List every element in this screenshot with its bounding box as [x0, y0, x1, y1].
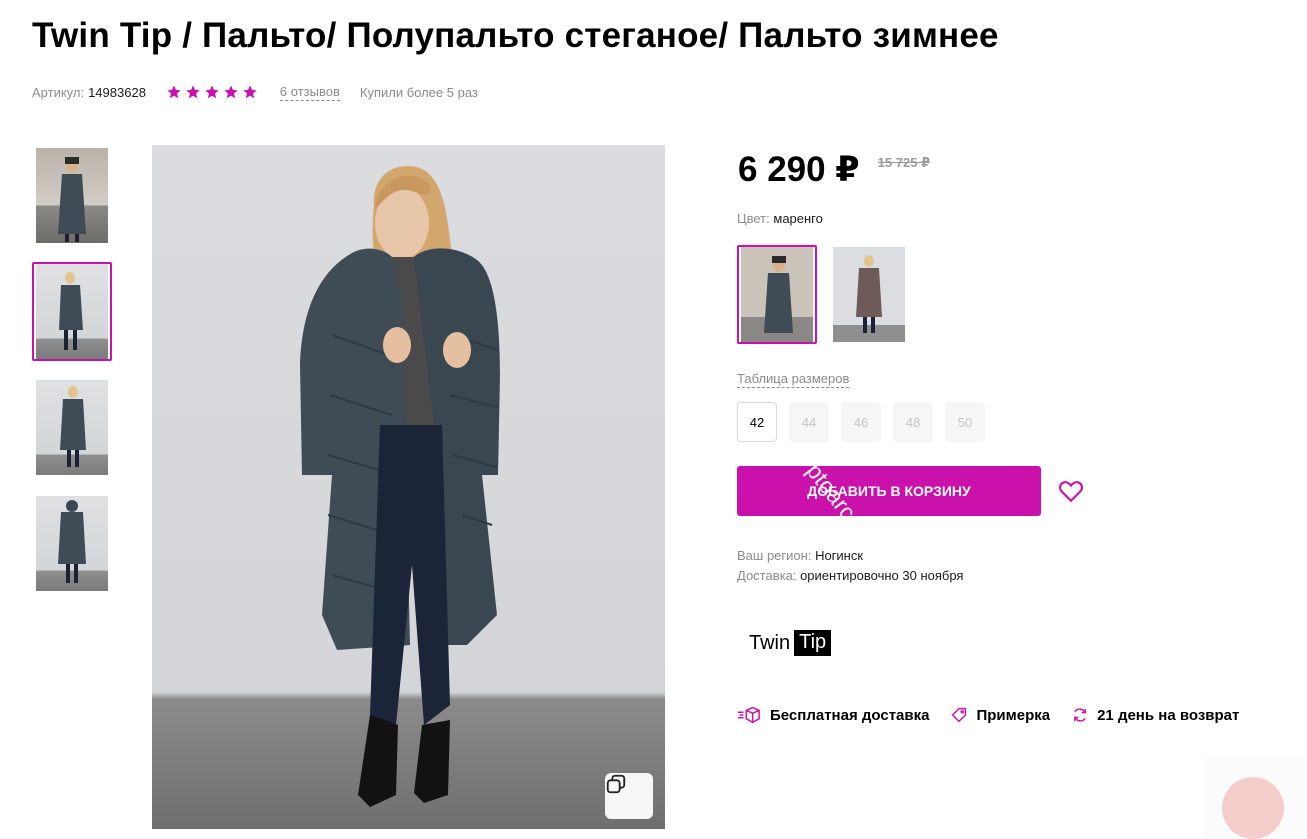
price-block: 6 290 ₽ 15 725 ₽: [738, 150, 930, 190]
brand-word-2: Tip: [794, 630, 832, 656]
brand-logo[interactable]: Twin Tip: [749, 630, 832, 656]
feature-list: Бесплатная доставка Примерка 21 день на …: [737, 706, 1261, 724]
rating-stars: [166, 84, 258, 100]
color-value: маренго: [773, 211, 823, 226]
article-value: 14983628: [88, 84, 146, 100]
thumbnail-image: [36, 496, 108, 591]
color-label: Цвет:: [737, 211, 770, 226]
color-swatch-mocha[interactable]: [829, 245, 909, 344]
star-icon: [167, 85, 181, 99]
product-meta: Артикул: 14983628 6 отзывов Купили более…: [32, 82, 478, 102]
region-line: Ваш регион: Ногинск: [737, 546, 963, 566]
thumbnail-image: [36, 148, 108, 243]
product-title: Twin Tip / Пальто/ Полупальто стеганое/ …: [32, 16, 999, 55]
brand-word-1: Twin: [749, 631, 791, 654]
size-table-link[interactable]: Таблица размеров: [737, 371, 850, 388]
main-product-photo[interactable]: [152, 145, 665, 829]
star-icon: [186, 85, 200, 99]
thumbnail-2[interactable]: [32, 262, 112, 361]
tag-icon: [952, 707, 967, 723]
badge-logo-icon: [1222, 777, 1284, 839]
star-icon: [224, 85, 238, 99]
feature-label: Примерка: [976, 706, 1051, 724]
refresh-icon: [1074, 708, 1087, 722]
feature-label: 21 день на возврат: [1097, 706, 1240, 724]
thumbnail-4[interactable]: [32, 494, 112, 593]
thumbnail-gallery: [32, 146, 112, 610]
copy-icon: [606, 774, 626, 794]
article-label: Артикул:: [32, 84, 85, 100]
delivery-info: Ваш регион: Ногинск Доставка: ориентиров…: [737, 546, 963, 586]
thumbnail-image: [36, 380, 108, 475]
size-option[interactable]: 44: [789, 402, 829, 442]
old-price: 15 725 ₽: [877, 155, 931, 170]
swatch-image: [741, 247, 813, 342]
swatch-image: [833, 247, 905, 342]
corner-badge[interactable]: [1202, 757, 1307, 839]
delivery-value: ориентировочно 30 ноября: [800, 568, 964, 583]
feature-label: Бесплатная доставка: [770, 706, 930, 724]
size-selector: 42 44 46 48 50: [737, 402, 985, 442]
size-option[interactable]: 46: [841, 402, 881, 442]
zoom-button[interactable]: [605, 773, 653, 819]
star-icon: [205, 85, 219, 99]
thumbnail-3[interactable]: [32, 378, 112, 477]
color-line: Цвет: маренго: [737, 211, 823, 226]
box-delivery-icon: [737, 706, 760, 724]
size-option[interactable]: 50: [945, 402, 985, 442]
delivery-label: Доставка:: [737, 568, 797, 583]
heart-icon: [1059, 481, 1083, 503]
reviews-link[interactable]: 6 отзывов: [279, 84, 340, 101]
bought-count: Купили более 5 раз: [359, 84, 478, 100]
feature-return: 21 день на возврат: [1072, 707, 1239, 724]
thumbnail-1[interactable]: [32, 146, 112, 245]
current-price: 6 290 ₽: [738, 150, 860, 189]
favorite-button[interactable]: [1058, 479, 1084, 503]
delivery-line: Доставка: ориентировочно 30 ноября: [737, 566, 963, 586]
size-option[interactable]: 42: [737, 402, 777, 442]
feature-free-delivery: Бесплатная доставка: [737, 706, 929, 724]
color-swatch-marengo[interactable]: [737, 245, 817, 344]
thumbnail-image: [36, 264, 108, 359]
model-illustration: [300, 165, 500, 807]
color-swatches: [737, 245, 909, 344]
star-icon: [243, 85, 257, 99]
add-to-cart-button[interactable]: Добавить в корзину: [737, 466, 1041, 516]
size-option[interactable]: 48: [893, 402, 933, 442]
feature-fitting: Примерка: [951, 707, 1050, 724]
region-label: Ваш регион:: [737, 548, 812, 563]
region-value[interactable]: Ногинск: [815, 548, 863, 563]
